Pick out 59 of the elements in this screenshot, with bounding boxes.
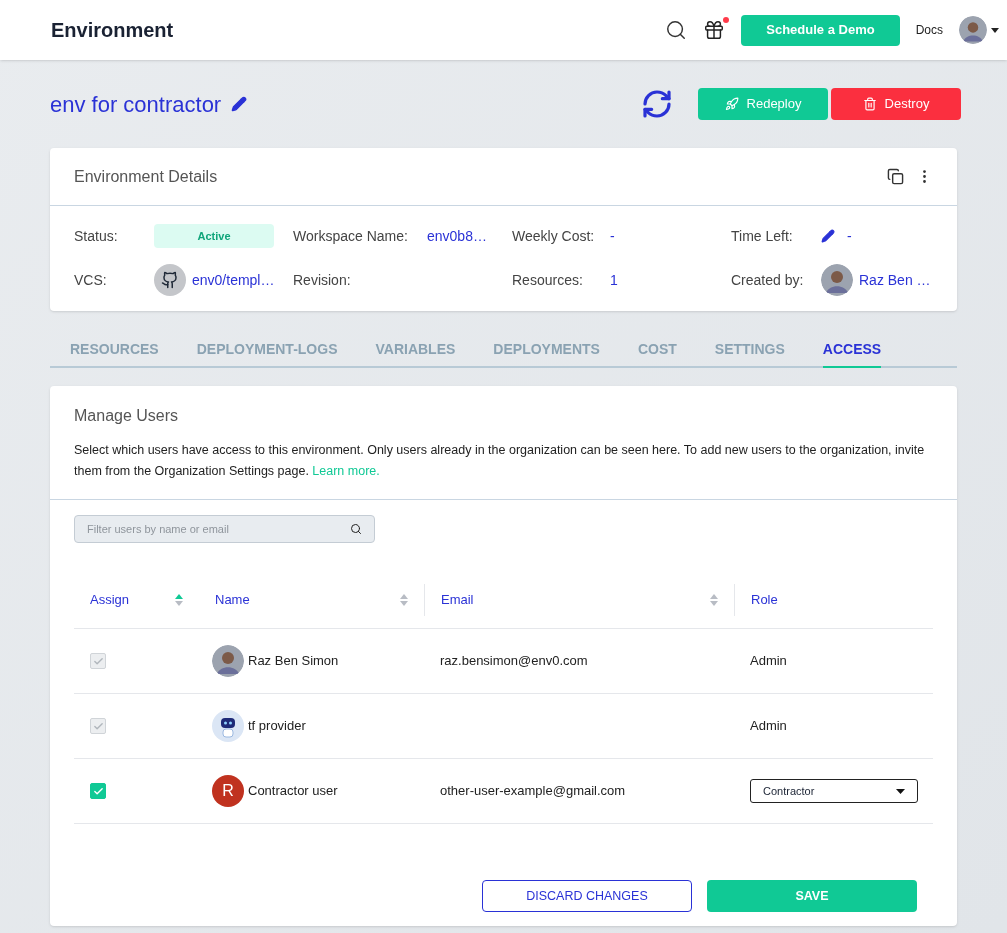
avatar-icon: [212, 645, 244, 677]
card-title: Environment Details: [74, 166, 218, 187]
field-label: VCS:: [74, 270, 108, 290]
trash-icon: [862, 97, 877, 111]
status-badge: Active: [154, 223, 274, 249]
field-label: Weekly Cost:: [512, 226, 596, 246]
docs-link[interactable]: Docs: [915, 21, 943, 39]
column-header[interactable]: Assign: [90, 589, 130, 610]
detail-link[interactable]: -: [847, 225, 852, 247]
tab[interactable]: ACCESS: [822, 339, 882, 368]
user-link[interactable]: Raz Ben …: [859, 269, 931, 291]
discard-changes-button[interactable]: DISCARD CHANGES: [482, 880, 692, 912]
field-label: Created by:: [731, 270, 805, 290]
card-title: Manage Users: [74, 406, 180, 426]
user-name: Raz Ben Simon: [248, 652, 339, 671]
role-dropdown[interactable]: Contractor: [750, 779, 918, 803]
field-label: Revision:: [293, 270, 352, 290]
filter-field[interactable]: Filter users by name or email: [74, 515, 375, 543]
check-icon: [92, 655, 104, 667]
user-name: Contractor user: [248, 782, 338, 801]
robot-avatar-icon: [212, 710, 244, 742]
column-header[interactable]: Email: [441, 589, 474, 610]
github-icon: [154, 264, 186, 296]
column-header[interactable]: Role: [751, 589, 778, 610]
profile-avatar-icon: [959, 16, 987, 44]
detail-link[interactable]: env0b8…: [427, 225, 487, 247]
filter-input[interactable]: Filter users by name or email: [87, 520, 350, 538]
check-icon: [92, 785, 104, 797]
user-role: Admin: [750, 653, 787, 669]
detail-link[interactable]: 1: [610, 269, 618, 291]
gift-icon[interactable]: [703, 19, 726, 41]
caret-icon: [896, 788, 905, 794]
column-header[interactable]: Name: [215, 589, 250, 610]
field-label: Workspace Name:: [293, 226, 409, 246]
search-icon[interactable]: [665, 19, 688, 41]
caret-icon[interactable]: [991, 27, 999, 33]
user-avatar-icon: [821, 264, 853, 296]
environment-name: env for contractor: [50, 90, 222, 119]
letter-avatar: R: [212, 775, 244, 807]
field-label: Resources:: [512, 270, 584, 290]
description: Select which users have access to this environment. Only users already in the organization can be seen here. To add new users to the organization, invite them from the Organization Settings page. Learn more.: [74, 442, 926, 480]
user-name: tf provider: [248, 717, 306, 736]
user-email: other-user-example@gmail.com: [440, 783, 626, 799]
edit-icon[interactable]: [821, 229, 835, 243]
copy-icon[interactable]: [887, 168, 904, 185]
user-email: raz.bensimon@env0.com: [440, 653, 588, 669]
search-icon[interactable]: [350, 523, 362, 535]
checkbox[interactable]: [90, 783, 106, 799]
user-role: Admin: [750, 718, 787, 734]
refresh-icon[interactable]: [641, 88, 673, 120]
detail-link[interactable]: -: [610, 225, 615, 247]
rocket-icon: [724, 97, 739, 111]
edit-icon[interactable]: [231, 96, 248, 112]
field-label: Time Left:: [731, 226, 794, 246]
field-label: Status:: [74, 226, 119, 246]
destroy-button[interactable]: Destroy: [831, 88, 961, 120]
repository-link[interactable]: env0/templ…: [192, 269, 275, 291]
check-icon: [92, 720, 104, 732]
page-title: Environment: [51, 18, 174, 43]
